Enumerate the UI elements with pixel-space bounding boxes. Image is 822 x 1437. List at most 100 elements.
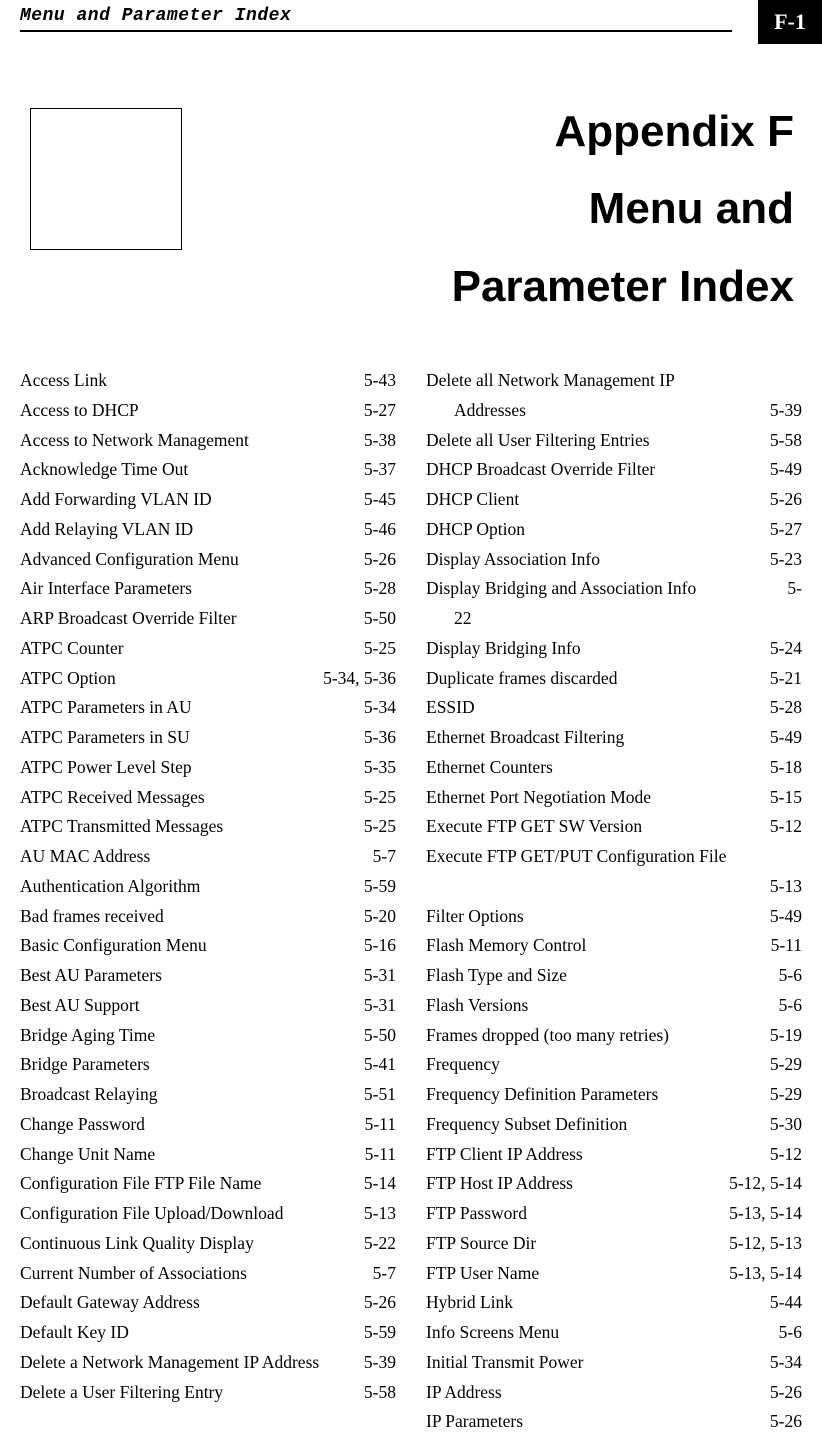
index-entry: Best AU Parameters5-31 bbox=[20, 961, 396, 991]
index-entry-label: Default Key ID bbox=[20, 1318, 129, 1348]
index-entry-page: 5-37 bbox=[356, 455, 396, 485]
index-entry-page: 5-13, 5-14 bbox=[721, 1259, 802, 1289]
index-entry: Frames dropped (too many retries)5-19 bbox=[426, 1021, 802, 1051]
index-entry-label: Authentication Algorithm bbox=[20, 872, 200, 902]
index-entry: Add Relaying VLAN ID5-46 bbox=[20, 515, 396, 545]
title-block: Appendix F Menu and Parameter Index bbox=[20, 102, 802, 316]
index-entry-page: 5-59 bbox=[356, 872, 396, 902]
index-entry-page: 5-41 bbox=[356, 1050, 396, 1080]
index-entry: Frequency5-29 bbox=[426, 1050, 802, 1080]
index-entry: Addresses 5-39 bbox=[426, 396, 802, 426]
index-entry-page: 5-11 bbox=[357, 1110, 396, 1140]
index-entry: Access to DHCP5-27 bbox=[20, 396, 396, 426]
index-entry: Authentication Algorithm 5-59 bbox=[20, 872, 396, 902]
index-entry-page: 5-50 bbox=[356, 1021, 396, 1051]
index-entry: Change Password 5-11 bbox=[20, 1110, 396, 1140]
index-entry-label: Addresses bbox=[426, 396, 526, 426]
index-entry-label: DHCP Option bbox=[426, 515, 525, 545]
index-entry-page: 5-49 bbox=[762, 455, 802, 485]
index-entry-page: 5-25 bbox=[356, 812, 396, 842]
index-entry-page: 5-44 bbox=[762, 1288, 802, 1318]
index-entry: Display Bridging Info5-24 bbox=[426, 634, 802, 664]
index-entry-label: Info Screens Menu bbox=[426, 1318, 559, 1348]
index-entry-label: Delete a User Filtering Entry bbox=[20, 1378, 223, 1408]
index-entry: Ethernet Counters5-18 bbox=[426, 753, 802, 783]
index-entry: Access to Network Management5-38 bbox=[20, 426, 396, 456]
index-entry-label: Add Relaying VLAN ID bbox=[20, 515, 193, 545]
index-entry-label: Bridge Parameters bbox=[20, 1050, 150, 1080]
title-line-1: Appendix F bbox=[182, 102, 794, 161]
index-entry-label: IP Address bbox=[426, 1378, 502, 1408]
index-entry-page: 5-43 bbox=[356, 366, 396, 396]
index-entry: Delete all User Filtering Entries5-58 bbox=[426, 426, 802, 456]
index-entry-label: ATPC Counter bbox=[20, 634, 124, 664]
index-entry: Initial Transmit Power5-34 bbox=[426, 1348, 802, 1378]
index-entry-label: ATPC Transmitted Messages bbox=[20, 812, 223, 842]
index-entry-page: 5-58 bbox=[356, 1378, 396, 1408]
index-entry-page: 5-29 bbox=[762, 1080, 802, 1110]
index-entry-label: Hybrid Link bbox=[426, 1288, 513, 1318]
index-entry-label: FTP Source Dir bbox=[426, 1229, 536, 1259]
index-entry-page: 5-26 bbox=[762, 1378, 802, 1408]
index-entry-label: Execute FTP GET/PUT Configuration File bbox=[426, 842, 726, 872]
index-entry: Delete a Network Management IP Address5-… bbox=[20, 1348, 396, 1378]
index-entry: Acknowledge Time Out5-37 bbox=[20, 455, 396, 485]
index-entry-page: 5-7 bbox=[365, 842, 396, 872]
index-entry-page: 5-34 bbox=[762, 1348, 802, 1378]
index-entry-page: 5-39 bbox=[762, 396, 802, 426]
index-entry-page: 5-28 bbox=[356, 574, 396, 604]
index-entry-page: 5-49 bbox=[762, 723, 802, 753]
index-entry-page: 5-12 bbox=[762, 1140, 802, 1170]
index-entry: IP Parameters5-26 bbox=[426, 1407, 802, 1437]
index-entry-page: 5-23 bbox=[762, 545, 802, 575]
index-entry: Display Bridging and Association Info5- bbox=[426, 574, 802, 604]
index-entry-page: 5-59 bbox=[356, 1318, 396, 1348]
index-entry-page: 5-22 bbox=[356, 1229, 396, 1259]
title-line-3: Parameter Index bbox=[182, 257, 794, 316]
index-entry: DHCP Option5-27 bbox=[426, 515, 802, 545]
index-entry-label: DHCP Client bbox=[426, 485, 519, 515]
index-entry: Flash Type and Size5-6 bbox=[426, 961, 802, 991]
index-entry: Default Gateway Address5-26 bbox=[20, 1288, 396, 1318]
index-entry-label: Change Password bbox=[20, 1110, 145, 1140]
index-entry-page: 5-27 bbox=[356, 396, 396, 426]
index-entry: Execute FTP GET SW Version5-12 bbox=[426, 812, 802, 842]
index-entry: FTP Host IP Address5-12, 5-14 bbox=[426, 1169, 802, 1199]
index-entry-page: 5-11 bbox=[357, 1140, 396, 1170]
index-entry-label: ATPC Parameters in AU bbox=[20, 693, 192, 723]
index-entry-page: 5-38 bbox=[356, 426, 396, 456]
index-entry-page: 5-31 bbox=[356, 991, 396, 1021]
index-entry-page: 5-51 bbox=[356, 1080, 396, 1110]
index-entry-page: 5-6 bbox=[771, 991, 802, 1021]
index-entry: ARP Broadcast Override Filter5-50 bbox=[20, 604, 396, 634]
index-entry-label: Ethernet Broadcast Filtering bbox=[426, 723, 624, 753]
index-entry: ATPC Counter 5-25 bbox=[20, 634, 396, 664]
index-entry-label: Continuous Link Quality Display bbox=[20, 1229, 254, 1259]
index-entry-page: 5-26 bbox=[356, 1288, 396, 1318]
index-entry: Filter Options5-49 bbox=[426, 902, 802, 932]
index-entry-label: ATPC Received Messages bbox=[20, 783, 205, 813]
index-entry: Air Interface Parameters5-28 bbox=[20, 574, 396, 604]
index-entry-label: Bridge Aging Time bbox=[20, 1021, 155, 1051]
index-entry-page: 5-25 bbox=[356, 634, 396, 664]
index-entry: ATPC Parameters in SU5-36 bbox=[20, 723, 396, 753]
index-entry-page: 5- bbox=[779, 574, 802, 604]
index-entry-page: 5-15 bbox=[762, 783, 802, 813]
index-entry: Add Forwarding VLAN ID5-45 bbox=[20, 485, 396, 515]
index-entry-page: 5-14 bbox=[356, 1169, 396, 1199]
index-entry: IP Address 5-26 bbox=[426, 1378, 802, 1408]
index-entry: Flash Versions5-6 bbox=[426, 991, 802, 1021]
index-entry: ESSID5-28 bbox=[426, 693, 802, 723]
index-entry: Advanced Configuration Menu5-26 bbox=[20, 545, 396, 575]
index-entry: Best AU Support5-31 bbox=[20, 991, 396, 1021]
index-entry-page: 5-58 bbox=[762, 426, 802, 456]
index-entry-label: Filter Options bbox=[426, 902, 524, 932]
index-entry-label: Ethernet Counters bbox=[426, 753, 553, 783]
index-column-left: Access Link5-43Access to DHCP5-27Access … bbox=[20, 366, 396, 1437]
index-entry: Display Association Info5-23 bbox=[426, 545, 802, 575]
index-entry-label: FTP User Name bbox=[426, 1259, 539, 1289]
index-entry: Bridge Parameters 5-41 bbox=[20, 1050, 396, 1080]
index-entry-page: 5-12, 5-14 bbox=[721, 1169, 802, 1199]
appendix-title: Appendix F Menu and Parameter Index bbox=[182, 102, 802, 316]
index-entry-label: Frequency bbox=[426, 1050, 500, 1080]
